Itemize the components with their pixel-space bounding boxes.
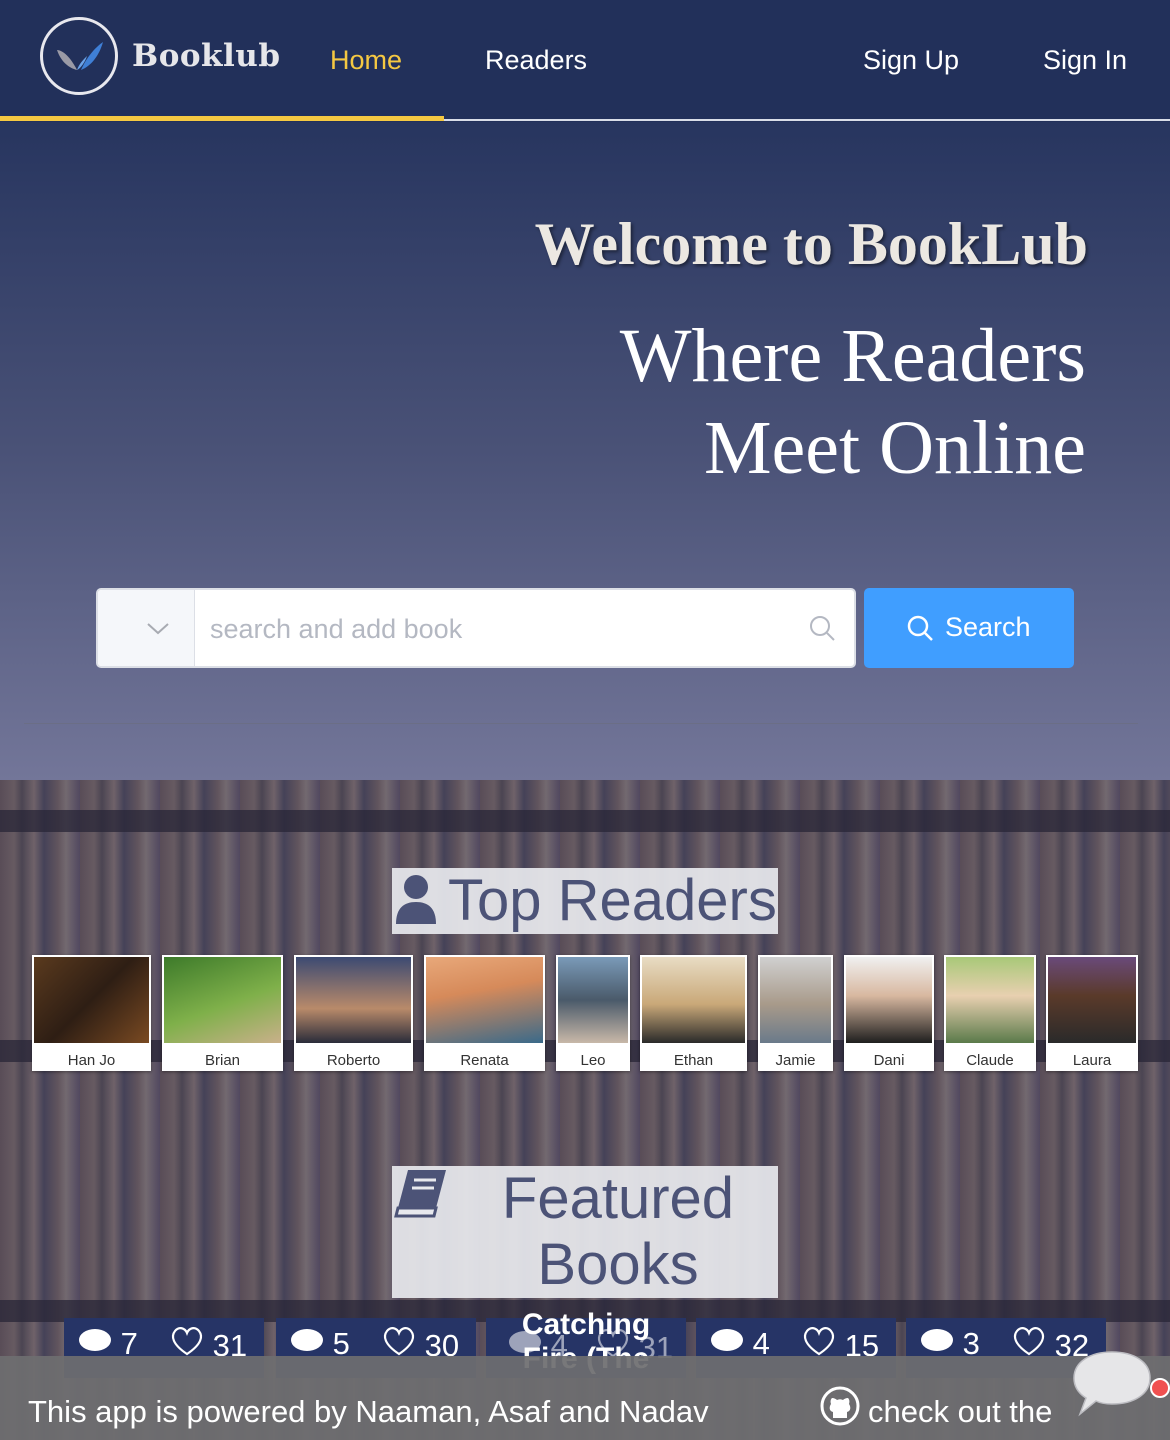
avatar (946, 957, 1034, 1043)
top-readers-heading: Top Readers (392, 868, 778, 934)
chat-widget[interactable] (1070, 1348, 1170, 1428)
top-readers-list: Han Jo Brian Roberto Renata Leo Ethan Ja… (0, 955, 1170, 1073)
reader-name: Ethan (673, 1052, 714, 1069)
featured-books-heading: Featured Books (392, 1166, 778, 1298)
search-icon (907, 615, 933, 641)
nav-sign-in[interactable]: Sign In (1043, 45, 1127, 76)
footer-bar: This app is powered by Naaman, Asaf and … (0, 1356, 1170, 1440)
welcome-heading: Welcome to BookLub (534, 211, 1088, 277)
reader-card[interactable]: Han Jo (32, 955, 151, 1071)
github-link[interactable]: check out the (868, 1394, 1052, 1430)
avatar (760, 957, 831, 1043)
book-icon (394, 1170, 446, 1218)
search-icon (810, 616, 835, 641)
avatar (34, 957, 149, 1043)
heart-icon (383, 1327, 415, 1356)
search-type-select[interactable] (98, 590, 195, 666)
top-readers-title: Top Readers (448, 868, 777, 933)
avatar (1048, 957, 1136, 1043)
comment-icon (79, 1329, 111, 1351)
reader-card[interactable]: Roberto (294, 955, 413, 1071)
nav-readers[interactable]: Readers (485, 45, 587, 76)
shelf (0, 810, 1170, 832)
tagline-line-2: Meet Online (703, 406, 1086, 490)
tagline: Where Readers Meet Online (486, 310, 1086, 494)
featured-books-title: Featured Books (501, 1166, 735, 1297)
hero-divider (24, 723, 1138, 724)
comment-icon (711, 1329, 743, 1351)
chat-bubble-icon (1073, 1351, 1170, 1417)
avatar (296, 957, 411, 1043)
reader-name: Brian (204, 1052, 241, 1069)
reader-card[interactable]: Brian (162, 955, 283, 1071)
search-input[interactable] (208, 604, 792, 654)
github-icon[interactable] (820, 1386, 860, 1426)
nav-active-indicator (0, 116, 444, 121)
heart-icon (171, 1327, 203, 1356)
nav-home[interactable]: Home (330, 45, 402, 76)
avatar (164, 957, 281, 1043)
reader-name: Laura (1072, 1052, 1112, 1069)
reader-card[interactable]: Ethan (640, 955, 747, 1071)
book-search-box (96, 588, 856, 668)
reader-name: Claude (966, 1052, 1014, 1069)
logo-emblem-icon[interactable] (40, 17, 118, 95)
reader-name: Han Jo (67, 1052, 116, 1069)
comment-icon (509, 1331, 541, 1353)
reader-card[interactable]: Leo (556, 955, 630, 1071)
reader-name: Jamie (775, 1052, 816, 1069)
comment-icon (921, 1329, 953, 1351)
footer-credit: This app is powered by Naaman, Asaf and … (28, 1394, 709, 1429)
reader-name: Renata (460, 1052, 509, 1069)
search-button[interactable]: Search (864, 588, 1074, 668)
search-button-label: Search (945, 612, 1031, 642)
avatar (558, 957, 628, 1043)
tagline-line-1: Where Readers (619, 314, 1086, 398)
heart-icon (597, 1329, 629, 1358)
avatar (642, 957, 745, 1043)
chevron-down-icon (147, 623, 169, 635)
reader-card[interactable]: Renata (424, 955, 545, 1071)
reader-card[interactable]: Claude (944, 955, 1036, 1071)
nav-sign-up[interactable]: Sign Up (863, 45, 959, 76)
reader-name: Roberto (326, 1052, 381, 1069)
comment-icon (291, 1329, 323, 1351)
reader-name: Dani (873, 1052, 905, 1069)
navbar: Booklub Home Readers Sign Up Sign In (0, 0, 1170, 122)
avatar (846, 957, 932, 1043)
user-icon (396, 875, 436, 924)
heart-icon (803, 1327, 835, 1356)
reader-card[interactable]: Laura (1046, 955, 1138, 1071)
reader-name: Leo (580, 1052, 606, 1069)
logo-text[interactable]: Booklub (132, 38, 281, 74)
reader-card[interactable]: Jamie (758, 955, 833, 1071)
reader-card[interactable]: Dani (844, 955, 934, 1071)
heart-icon (1013, 1327, 1045, 1356)
avatar (426, 957, 543, 1043)
